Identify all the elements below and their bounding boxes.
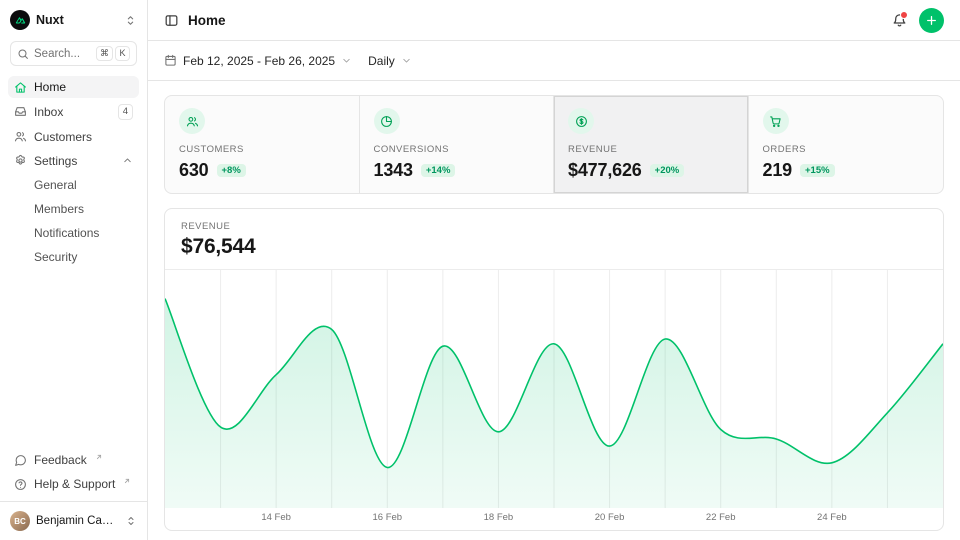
stat-label: ORDERS (763, 144, 930, 155)
notifications-button[interactable] (892, 13, 907, 28)
stat-value: $477,626 (568, 160, 642, 181)
revenue-chart-card: REVENUE $76,544 14 Feb 16 Feb 18 Feb 20 Feb… (164, 208, 944, 531)
chat-bubble-icon (14, 454, 27, 467)
dollar-circle-icon (568, 108, 594, 134)
external-link-icon (123, 477, 131, 485)
main-header: Home (148, 0, 960, 41)
help-circle-icon (14, 478, 27, 491)
sidebar-toggle-icon[interactable] (164, 13, 179, 28)
home-icon (14, 81, 27, 94)
workspace-switcher[interactable]: Nuxt (0, 0, 147, 34)
chevron-up-down-icon[interactable] (124, 14, 137, 27)
sidebar-item-notifications[interactable]: Notifications (28, 222, 139, 244)
user-menu[interactable]: BC Benjamin Canac (0, 501, 147, 540)
dashboard-content: CUSTOMERS 630 +8% CONVERSIONS 1343 +14% (148, 81, 960, 540)
external-link-icon (95, 453, 103, 461)
stat-delta-badge: +20% (650, 164, 685, 178)
frequency-label: Daily (368, 54, 395, 68)
search-input[interactable]: Search... ⌘ K (10, 41, 137, 66)
user-name: Benjamin Canac (36, 515, 119, 527)
inbox-count-badge: 4 (118, 104, 133, 120)
users-icon (14, 130, 27, 143)
chart-metric-label: REVENUE (181, 221, 927, 232)
stat-customers[interactable]: CUSTOMERS 630 +8% (165, 96, 360, 193)
frequency-select[interactable]: Daily (368, 54, 412, 68)
pie-chart-icon (374, 108, 400, 134)
sidebar-item-members[interactable]: Members (28, 198, 139, 220)
main-panel: Home Feb 12, 2025 - Feb 26, 2025 (148, 0, 960, 540)
x-axis-tick-label: 22 Feb (706, 512, 736, 523)
revenue-chart (165, 270, 943, 508)
stat-orders[interactable]: ORDERS 219 +15% (749, 96, 944, 193)
nuxt-logo-icon (10, 10, 30, 30)
sidebar-item-label: Settings (34, 154, 77, 168)
chevron-down-icon (341, 55, 352, 66)
search-icon (17, 48, 29, 60)
workspace-name: Nuxt (36, 13, 64, 27)
x-axis-tick-label: 20 Feb (595, 512, 625, 523)
sidebar-item-inbox[interactable]: Inbox 4 (8, 100, 139, 124)
stat-value: 1343 (374, 160, 413, 181)
sidebar-item-security[interactable]: Security (28, 246, 139, 268)
date-range-picker[interactable]: Feb 12, 2025 - Feb 26, 2025 (164, 54, 352, 68)
sidebar-nav: Home Inbox 4 Customers Settings (0, 70, 147, 274)
stat-label: CONVERSIONS (374, 144, 540, 155)
toolbar: Feb 12, 2025 - Feb 26, 2025 Daily (148, 41, 960, 81)
gear-icon (14, 154, 27, 167)
x-axis-tick-label: 16 Feb (372, 512, 402, 523)
chart-plot-area[interactable]: 14 Feb 16 Feb 18 Feb 20 Feb 22 Feb 24 Feb (165, 269, 943, 530)
sidebar-item-label: Home (34, 80, 66, 94)
chevron-down-icon (401, 55, 412, 66)
sidebar-footer: Feedback Help & Support (0, 443, 147, 501)
stat-revenue[interactable]: REVENUE $477,626 +20% (554, 96, 749, 193)
sidebar-item-label: Feedback (34, 453, 87, 467)
kbd-k: K (115, 46, 130, 61)
notification-dot (900, 11, 908, 19)
app-root: Nuxt Search... ⌘ K Home (0, 0, 960, 540)
sidebar-item-label: Inbox (34, 105, 63, 119)
stat-label: CUSTOMERS (179, 144, 345, 155)
avatar: BC (10, 511, 30, 531)
cart-icon (763, 108, 789, 134)
settings-sub-nav: General Members Notifications Security (8, 174, 139, 268)
stat-value: 219 (763, 160, 793, 181)
sidebar-item-feedback[interactable]: Feedback (8, 449, 139, 471)
sidebar-item-customers[interactable]: Customers (8, 126, 139, 148)
chart-metric-value: $76,544 (181, 235, 927, 259)
inbox-icon (14, 105, 27, 118)
header-actions (892, 8, 944, 33)
kbd-cmd: ⌘ (96, 46, 113, 61)
calendar-icon (164, 54, 177, 67)
x-axis: 14 Feb 16 Feb 18 Feb 20 Feb 22 Feb 24 Feb (165, 508, 943, 530)
date-range-label: Feb 12, 2025 - Feb 26, 2025 (183, 54, 335, 68)
sidebar-item-help-support[interactable]: Help & Support (8, 473, 139, 495)
sidebar: Nuxt Search... ⌘ K Home (0, 0, 148, 540)
page-title: Home (188, 13, 226, 28)
stat-value: 630 (179, 160, 209, 181)
chevron-up-down-icon (125, 515, 137, 527)
search-kbd-shortcut: ⌘ K (96, 46, 130, 61)
plus-icon (925, 14, 938, 27)
add-button[interactable] (919, 8, 944, 33)
stat-delta-badge: +15% (800, 164, 835, 178)
users-icon (179, 108, 205, 134)
x-axis-tick-label: 18 Feb (484, 512, 514, 523)
x-axis-tick-label: 14 Feb (261, 512, 291, 523)
stat-conversions[interactable]: CONVERSIONS 1343 +14% (360, 96, 555, 193)
sidebar-item-home[interactable]: Home (8, 76, 139, 98)
stat-delta-badge: +8% (217, 164, 246, 178)
sidebar-item-general[interactable]: General (28, 174, 139, 196)
sidebar-item-label: Help & Support (34, 477, 115, 491)
x-axis-tick-label: 24 Feb (817, 512, 847, 523)
stats-grid: CUSTOMERS 630 +8% CONVERSIONS 1343 +14% (164, 95, 944, 194)
stat-label: REVENUE (568, 144, 734, 155)
sidebar-item-label: Customers (34, 130, 92, 144)
stat-delta-badge: +14% (421, 164, 456, 178)
sidebar-spacer (0, 274, 147, 444)
chart-header: REVENUE $76,544 (165, 209, 943, 269)
search-placeholder: Search... (34, 48, 80, 60)
sidebar-item-settings[interactable]: Settings (8, 150, 139, 172)
chevron-up-icon (122, 155, 133, 166)
